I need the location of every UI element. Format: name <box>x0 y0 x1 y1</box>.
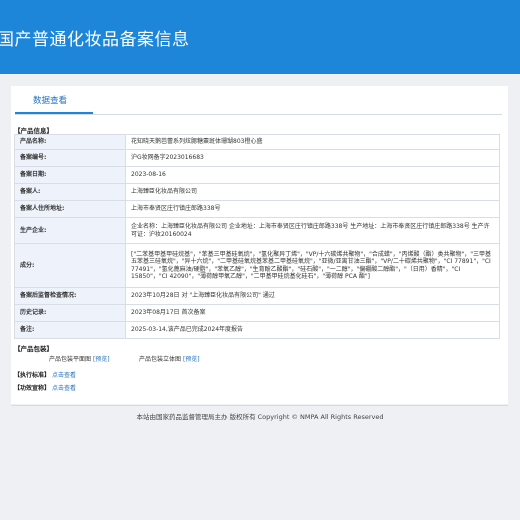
packaging-stereo-preview-link[interactable]: [预览] <box>183 356 200 363</box>
field-value: 2023年08月17日 首次备案 <box>125 304 500 322</box>
field-value: 上海臻臣化妆品有限公司 <box>125 183 500 201</box>
footer-divider <box>11 405 508 406</box>
table-row: 备案编号: 沪G妆网备字2023016683 <box>14 149 500 167</box>
packaging-heading: 【产品包装】 <box>14 345 53 353</box>
packaging-flat-label: 产品包装平面图 <box>49 356 92 363</box>
table-row: 成分: ["二苯基甲基甲硅烷基"，"苯基三甲基硅氧烷"，"氢化聚异丁烯"，"VP… <box>14 243 500 288</box>
field-value: ["二苯基甲基甲硅烷基"，"苯基三甲基硅氧烷"，"氢化聚异丁烯"，"VP/十六碳… <box>125 243 500 288</box>
efficacy-view-link[interactable]: 点击查看 <box>52 385 76 392</box>
field-label: 产品名称: <box>14 134 126 150</box>
packaging-stereo-label: 产品包装立体图 <box>139 356 182 363</box>
content-panel: 数据查看 【产品信息】 产品名称: 花知晓天鹅芭蕾系列炫腮糖粟斑体珊瑚803橙心… <box>11 86 508 404</box>
field-label: 备注: <box>14 321 126 339</box>
efficacy-heading: 【功效宣称】 <box>14 385 51 392</box>
table-row: 备注: 2025-03-14,该产品已完成2024年度报告 <box>14 321 500 339</box>
packaging-flat-row: 产品包装平面图 [预览] <box>49 354 110 363</box>
table-row: 产品名称: 花知晓天鹅芭蕾系列炫腮糖粟斑体珊瑚803橙心盛 <box>14 134 500 150</box>
tab-data-view[interactable]: 数据查看 <box>33 94 67 106</box>
page-title: 国产普通化妆品备案信息 <box>0 30 190 50</box>
field-value: 上海市奉贤区庄行镇庄郎路338号 <box>125 200 500 218</box>
field-label: 备案人住所地址: <box>14 200 126 218</box>
field-label: 备案日期: <box>14 166 126 184</box>
table-row: 备案人住所地址: 上海市奉贤区庄行镇庄郎路338号 <box>14 200 500 218</box>
field-value: 2023-08-16 <box>125 166 500 184</box>
field-value: 2025-03-14,该产品已完成2024年度报告 <box>125 321 500 339</box>
table-row: 备案后监督检查情况: 2023年10月28日 对 "上海臻臣化妆品有限公司" 通… <box>14 287 500 305</box>
page-header: 国产普通化妆品备案信息 <box>0 0 520 74</box>
efficacy-row: 【功效宣称】 点击查看 <box>14 383 76 392</box>
field-label: 备案人: <box>14 183 126 201</box>
table-row: 备案人: 上海臻臣化妆品有限公司 <box>14 183 500 201</box>
footer-copyright: 本站由国家药品监督管理局主办 版权所有 Copyright © NMPA All… <box>136 413 384 421</box>
packaging-flat-preview-link[interactable]: [预览] <box>93 356 110 363</box>
table-row: 生产企业: 企业名称：上海臻臣化妆品有限公司 企业地址：上海市奉贤区庄行镇庄郎路… <box>14 217 500 244</box>
field-value: 企业名称：上海臻臣化妆品有限公司 企业地址：上海市奉贤区庄行镇庄郎路338号 生… <box>125 217 500 244</box>
table-row: 历史记录: 2023年08月17日 首次备案 <box>14 304 500 322</box>
field-label: 备案编号: <box>14 149 126 167</box>
packaging-stereo-row: 产品包装立体图 [预览] <box>139 354 200 363</box>
standard-heading: 【执行标准】 <box>14 372 51 379</box>
field-value: 2023年10月28日 对 "上海臻臣化妆品有限公司" 通过 <box>125 287 500 305</box>
field-label: 历史记录: <box>14 304 126 322</box>
standard-view-link[interactable]: 点击查看 <box>52 372 76 379</box>
table-row: 备案日期: 2023-08-16 <box>14 166 500 184</box>
product-info-table: 产品名称: 花知晓天鹅芭蕾系列炫腮糖粟斑体珊瑚803橙心盛 备案编号: 沪G妆网… <box>14 134 500 339</box>
field-label: 生产企业: <box>14 217 126 244</box>
tab-divider <box>15 114 502 115</box>
field-label: 成分: <box>14 243 126 288</box>
field-value: 沪G妆网备字2023016683 <box>125 149 500 167</box>
field-value: 花知晓天鹅芭蕾系列炫腮糖粟斑体珊瑚803橙心盛 <box>125 134 500 150</box>
field-label: 备案后监督检查情况: <box>14 287 126 305</box>
standard-row: 【执行标准】 点击查看 <box>14 370 76 379</box>
